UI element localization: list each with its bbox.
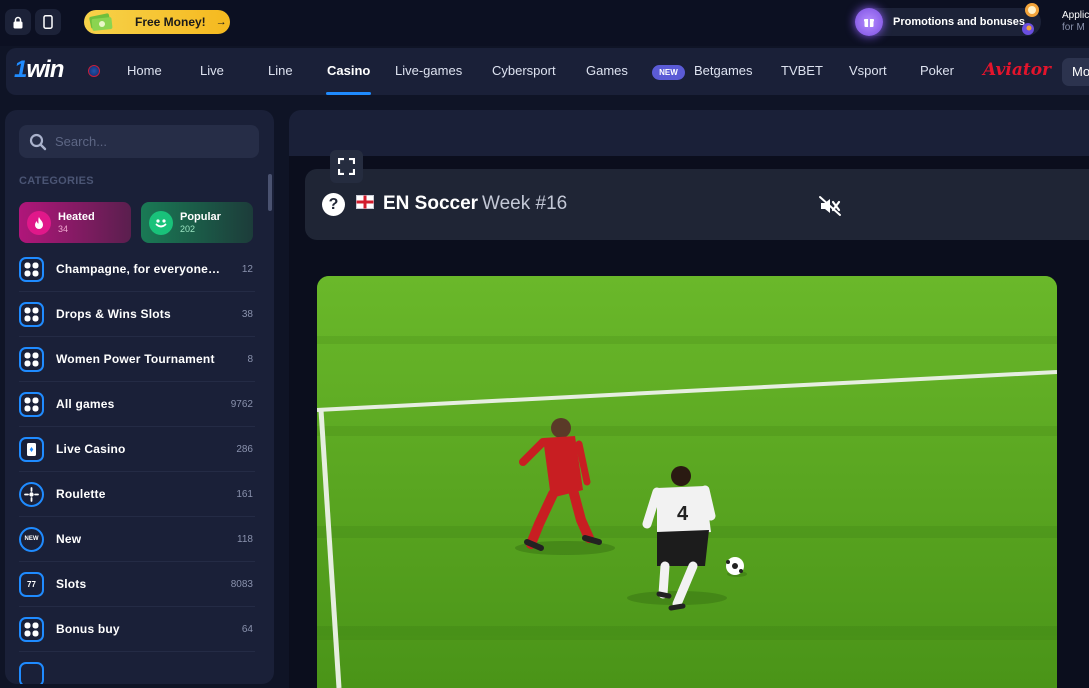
- grid-icon: [19, 391, 44, 417]
- game-header: ? EN Soccer Week #16: [305, 169, 1089, 240]
- nav-betgames[interactable]: Betgames: [694, 63, 753, 78]
- category-count: 38: [241, 308, 253, 320]
- new-icon: NEW: [19, 526, 44, 552]
- category-label: All games: [56, 397, 115, 411]
- arrow-right-icon: →: [215, 16, 227, 28]
- category-label: Live Casino: [56, 442, 126, 456]
- england-flag-icon: [356, 195, 374, 209]
- main-navigation: 1win Home Live Line Casino Live-games Cy…: [6, 48, 1089, 95]
- game-video[interactable]: 4: [317, 276, 1057, 688]
- category-label: Drops & Wins Slots: [56, 307, 171, 321]
- category-count: 8083: [230, 578, 253, 590]
- category-label: Women Power Tournament: [56, 352, 215, 366]
- game-subtitle: Week #16: [482, 193, 568, 214]
- more-button[interactable]: Mo: [1062, 58, 1089, 86]
- category-list: Champagne, for everyone! Drops & Wins 12…: [19, 247, 255, 684]
- pill-count: 202: [180, 223, 196, 234]
- search-input[interactable]: [55, 134, 245, 149]
- search-icon: [29, 133, 47, 150]
- category-count: 286: [236, 443, 253, 455]
- logo-win: win: [26, 56, 64, 83]
- top-utility-bar: Free Money! → Promotions and bonuses App…: [0, 0, 1089, 46]
- gift-icon: [855, 8, 883, 36]
- nav-vsport[interactable]: Vsport: [849, 63, 887, 78]
- nav-home[interactable]: Home: [127, 63, 162, 78]
- category-item[interactable]: Roulette 161: [19, 472, 255, 517]
- nav-live-games[interactable]: Live-games: [395, 63, 462, 78]
- phone-icon[interactable]: [35, 9, 61, 35]
- category-count: 161: [236, 488, 253, 500]
- category-item[interactable]: 77 Slots 8083: [19, 562, 255, 607]
- pill-label: Popular: [180, 210, 221, 223]
- logo-one: 1: [14, 56, 27, 83]
- category-item[interactable]: NEW New 118: [19, 517, 255, 562]
- search-box: [19, 125, 259, 158]
- grid-icon: [19, 616, 44, 642]
- active-tab-indicator: [326, 92, 371, 95]
- app-download-link[interactable]: Applic for M: [1062, 10, 1089, 34]
- category-label: Roulette: [56, 487, 106, 501]
- category-item-partial[interactable]: [19, 652, 255, 684]
- sidebar-scrollbar[interactable]: [268, 174, 272, 211]
- category-label: New: [56, 532, 82, 546]
- category-count: 8: [247, 353, 253, 365]
- category-item[interactable]: Live Casino 286: [19, 427, 255, 472]
- category-count: 9762: [230, 398, 253, 410]
- nav-cybersport[interactable]: Cybersport: [492, 63, 556, 78]
- player-number: 4: [677, 503, 689, 525]
- free-money-button[interactable]: Free Money! →: [84, 10, 230, 34]
- promotions-button[interactable]: Promotions and bonuses: [855, 3, 1041, 36]
- category-sidebar: CATEGORIES Heated 34 Popular 202 Champag…: [5, 110, 274, 684]
- nav-live[interactable]: Live: [200, 63, 224, 78]
- nav-aviator[interactable]: Aviator: [983, 60, 1051, 80]
- category-item[interactable]: Women Power Tournament 8: [19, 337, 255, 382]
- grid-icon: [19, 301, 44, 327]
- flag-icon[interactable]: [88, 65, 100, 77]
- pill-count: 34: [58, 223, 69, 234]
- free-money-label: Free Money!: [135, 15, 206, 29]
- category-item[interactable]: Champagne, for everyone! Drops & Wins 12: [19, 247, 255, 292]
- category-label: Champagne, for everyone! Drops & Wins: [56, 262, 224, 276]
- smile-icon: [149, 210, 173, 235]
- roulette-icon: [19, 481, 44, 507]
- fire-icon: [27, 210, 51, 235]
- category-count: 12: [241, 263, 253, 275]
- nav-games[interactable]: Games: [586, 63, 628, 78]
- grid-icon: [19, 256, 44, 282]
- category-pill-popular[interactable]: Popular 202: [141, 202, 253, 243]
- slots-icon: 77: [19, 571, 44, 597]
- categories-heading: CATEGORIES: [19, 175, 94, 187]
- lock-icon[interactable]: [5, 9, 31, 35]
- mute-icon[interactable]: [818, 194, 842, 218]
- help-icon[interactable]: ?: [322, 193, 345, 216]
- fullscreen-icon: [338, 158, 355, 175]
- game-title: EN Soccer: [383, 193, 479, 214]
- category-item[interactable]: All games 9762: [19, 382, 255, 427]
- soccer-scene: 4: [317, 276, 1057, 688]
- category-count: 118: [237, 533, 253, 545]
- new-badge: NEW: [652, 65, 685, 80]
- category-label: Slots: [56, 577, 87, 591]
- cards-icon: [19, 436, 44, 462]
- category-item[interactable]: Bonus buy 64: [19, 607, 255, 652]
- pill-label: Heated: [58, 210, 95, 223]
- nav-line[interactable]: Line: [268, 63, 293, 78]
- fullscreen-button[interactable]: [330, 150, 363, 183]
- nav-poker[interactable]: Poker: [920, 63, 954, 78]
- grid-icon: [19, 346, 44, 372]
- grid-icon: [19, 662, 44, 684]
- category-pill-heated[interactable]: Heated 34: [19, 202, 131, 243]
- money-stack-icon: [84, 10, 118, 34]
- nav-casino[interactable]: Casino: [327, 63, 370, 78]
- category-count: 64: [241, 623, 253, 635]
- app-subtitle: for M: [1062, 22, 1085, 33]
- app-title: Applic: [1062, 10, 1089, 21]
- promo-decoration-icon: [1022, 3, 1039, 35]
- logo[interactable]: 1win: [14, 56, 64, 84]
- category-label: Bonus buy: [56, 622, 120, 636]
- nav-tvbet[interactable]: TVBET: [781, 63, 823, 78]
- category-item[interactable]: Drops & Wins Slots 38: [19, 292, 255, 337]
- promotions-label: Promotions and bonuses: [893, 16, 1026, 28]
- game-toolbar: [289, 110, 1089, 156]
